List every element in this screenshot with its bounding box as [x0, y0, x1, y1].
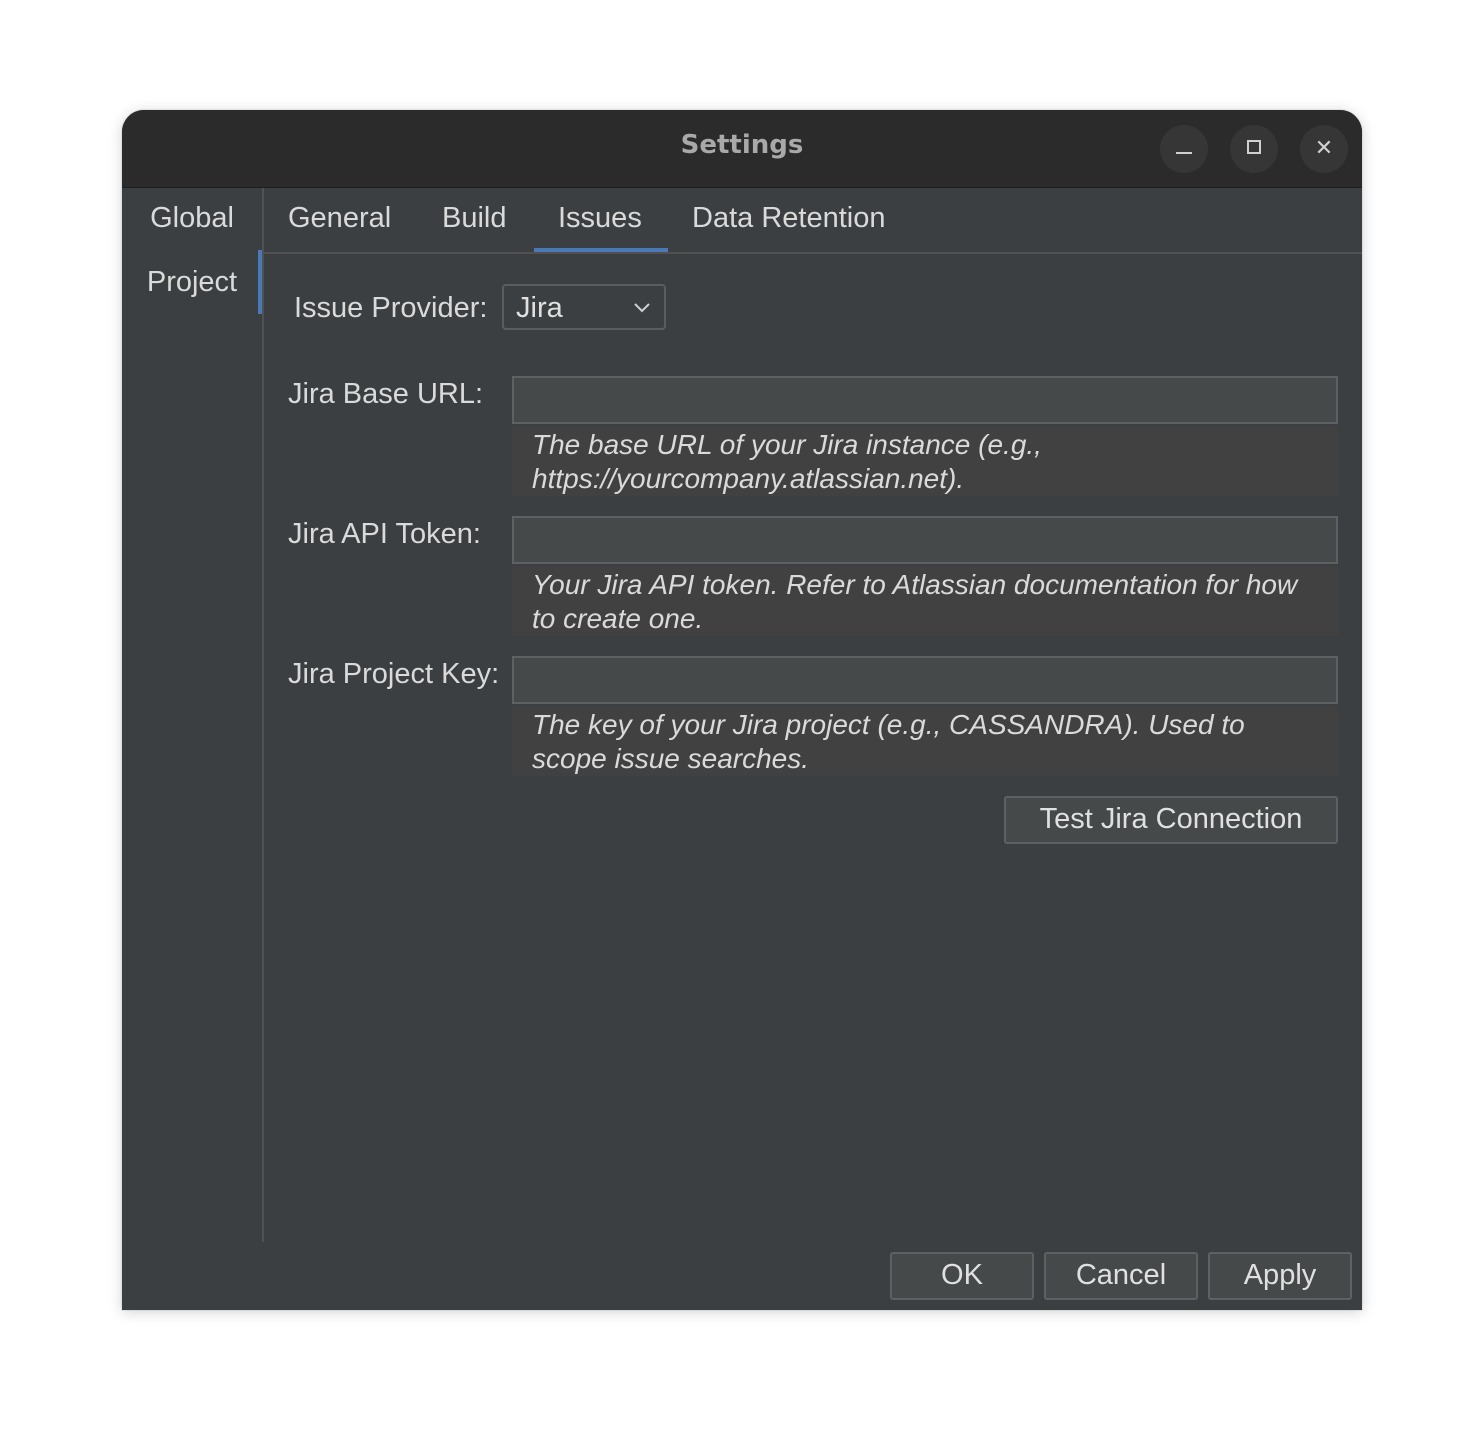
jira-api-token-input[interactable] [512, 516, 1338, 564]
jira-api-token-label: Jira API Token: [288, 518, 481, 550]
chevron-down-icon [634, 303, 650, 313]
tab-issues[interactable]: Issues [558, 202, 642, 235]
jira-project-key-help: The key of your Jira project (e.g., CASS… [512, 706, 1338, 776]
jira-project-key-label: Jira Project Key: [288, 658, 500, 690]
ok-button[interactable]: OK [890, 1252, 1034, 1300]
title-bar[interactable]: Settings ✕ [122, 110, 1362, 188]
close-icon: ✕ [1314, 136, 1334, 161]
minimize-button[interactable] [1160, 125, 1208, 173]
active-tab-indicator [534, 248, 668, 252]
minimize-icon [1176, 152, 1192, 154]
apply-button[interactable]: Apply [1208, 1252, 1352, 1300]
settings-sidebar: Global Project [122, 188, 264, 1242]
jira-base-url-input[interactable] [512, 376, 1338, 424]
tab-bar: General Build Issues Data Retention [264, 188, 1362, 254]
jira-project-key-input[interactable] [512, 656, 1338, 704]
test-jira-connection-button[interactable]: Test Jira Connection [1004, 796, 1338, 844]
close-button[interactable]: ✕ [1300, 125, 1348, 173]
issue-provider-value: Jira [516, 292, 563, 324]
sidebar-item-project[interactable]: Project [122, 266, 262, 299]
maximize-button[interactable] [1230, 125, 1278, 173]
jira-api-token-help: Your Jira API token. Refer to Atlassian … [512, 566, 1338, 636]
tab-build[interactable]: Build [442, 202, 507, 235]
issue-provider-select[interactable]: Jira [502, 284, 666, 330]
sidebar-item-global[interactable]: Global [122, 202, 262, 235]
maximize-icon [1247, 140, 1261, 154]
sidebar-selection-indicator [258, 250, 262, 314]
tab-data-retention[interactable]: Data Retention [692, 202, 885, 235]
settings-window: Settings ✕ Global Project General Build … [122, 110, 1362, 1310]
jira-base-url-help: The base URL of your Jira instance (e.g.… [512, 426, 1338, 496]
issue-provider-label: Issue Provider: [294, 292, 488, 324]
tab-general[interactable]: General [288, 202, 391, 235]
cancel-button[interactable]: Cancel [1044, 1252, 1198, 1300]
jira-base-url-label: Jira Base URL: [288, 378, 484, 410]
